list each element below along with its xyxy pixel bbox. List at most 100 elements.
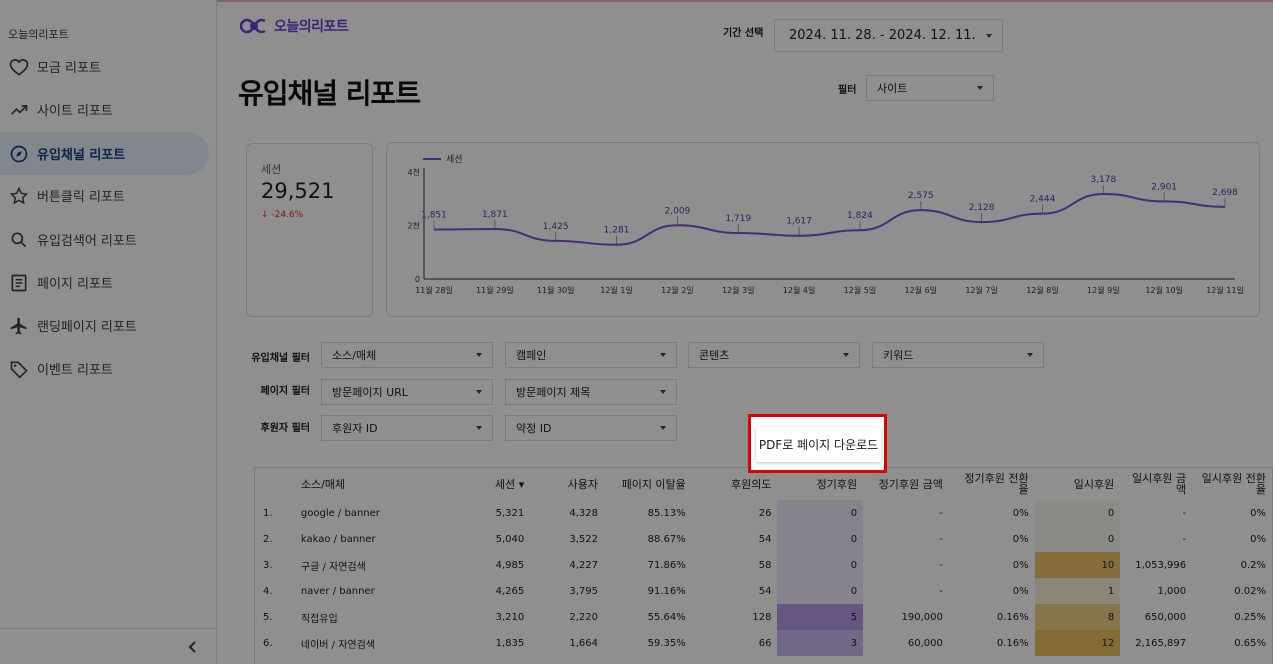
sidebar-item-label: 페이지 리포트 bbox=[37, 277, 113, 292]
scorecard-value: 29,521 bbox=[261, 179, 335, 203]
sidebar-item-site-report[interactable]: 사이트 리포트 bbox=[0, 88, 209, 131]
dropdown-value: 콘텐츠 bbox=[699, 349, 730, 362]
campaign-filter[interactable]: 캠페인 bbox=[505, 342, 677, 368]
donor-id-filter[interactable]: 후원자 ID bbox=[321, 415, 493, 441]
x-tick-label: 12월 6일 bbox=[904, 285, 937, 295]
star-icon bbox=[9, 186, 29, 206]
table-cell: kakao / banner bbox=[300, 533, 376, 545]
data-label: 1,851 bbox=[421, 210, 447, 220]
header-users[interactable]: 사용자 bbox=[530, 468, 604, 500]
table-cell: 650,000 bbox=[1144, 611, 1187, 623]
x-tick-label: 12월 10일 bbox=[1145, 285, 1183, 295]
series-line-sessions bbox=[433, 192, 1226, 246]
header-regular-conversion[interactable]: 정기후원 전환율 bbox=[949, 468, 1035, 500]
table-row[interactable]: 3. 구글 / 자연검색 4,985 4,227 71.86% 58 0 - 0% 10 1,053… bbox=[255, 552, 1272, 578]
header-onetime-donation[interactable]: 일시후원 bbox=[1035, 468, 1121, 500]
table-cell: 88.67% bbox=[647, 533, 686, 545]
table-cell: 3,210 bbox=[495, 611, 525, 623]
landing-url-filter[interactable]: 방문페이지 URL bbox=[321, 379, 493, 405]
data-label: 1,871 bbox=[482, 210, 508, 220]
period-value: 2024. 11. 28. - 2024. 12. 11. bbox=[789, 28, 976, 43]
data-label: 2,698 bbox=[1212, 188, 1238, 198]
table-cell: 0% bbox=[1250, 507, 1266, 519]
page-filter-label: 페이지 필터 bbox=[260, 386, 310, 397]
header-bounce-rate[interactable]: 페이지 이탈율 bbox=[604, 468, 692, 500]
heart-icon bbox=[9, 57, 29, 77]
sidebar-item-label: 유입검색어 리포트 bbox=[37, 234, 137, 249]
table-cell: 2,165,897 bbox=[1135, 637, 1187, 649]
table-cell: 0.25% bbox=[1234, 611, 1266, 623]
sidebar-item-event-report[interactable]: 이벤트 리포트 bbox=[0, 347, 209, 390]
x-tick-label: 12월 7일 bbox=[965, 285, 998, 295]
sidebar-item-channel-report[interactable]: 유입채널 리포트 bbox=[0, 132, 209, 175]
table-cell: 4,985 bbox=[495, 559, 525, 571]
sidebar-item-label: 사이트 리포트 bbox=[37, 104, 113, 119]
table-cell: 0.16% bbox=[996, 637, 1029, 649]
site-filter-select[interactable]: 사이트 bbox=[866, 75, 994, 101]
landing-title-filter[interactable]: 방문페이지 제목 bbox=[505, 379, 677, 405]
main-content: 오늘의리포트 유입채널 리포트 기간 선택 2024. 11. 28. - 20… bbox=[218, 0, 1273, 664]
table-cell: 1,053,996 bbox=[1135, 559, 1187, 571]
table-cell: 54 bbox=[758, 533, 772, 545]
table-row[interactable]: 4. naver / banner 4,265 3,795 91.16% 54 0 - 0% 1 1… bbox=[255, 578, 1272, 604]
table-cell: 4,265 bbox=[495, 585, 525, 597]
logo-text: 오늘의리포트 bbox=[274, 19, 349, 35]
table-cell: 66 bbox=[758, 637, 772, 649]
data-label: 2,009 bbox=[665, 206, 691, 216]
chevron-down-icon bbox=[660, 353, 666, 357]
pdf-download-button[interactable]: PDF로 페이지 다운로드 bbox=[756, 427, 881, 462]
dropdown-value: 후원자 ID bbox=[332, 422, 378, 435]
sidebar-item-page-report[interactable]: 페이지 리포트 bbox=[0, 261, 209, 304]
x-tick-label: 11월 29일 bbox=[476, 285, 514, 295]
pledge-id-filter[interactable]: 약정 ID bbox=[505, 415, 677, 441]
header-source-medium[interactable]: 소스/매체 bbox=[295, 468, 465, 500]
sidebar-footer bbox=[0, 628, 217, 664]
table-cell: 0 bbox=[777, 526, 864, 552]
chart-svg: 세션 0 2천 4천 1,851 11월 28일 1,871 11월 29일 1,425 11월 … bbox=[408, 154, 1244, 295]
sidebar-item-button-click-report[interactable]: 버튼클릭 리포트 bbox=[0, 174, 209, 217]
dropdown-value: 방문페이지 제목 bbox=[516, 386, 591, 399]
table-cell: 0 bbox=[777, 500, 864, 526]
keyword-filter[interactable]: 키워드 bbox=[872, 342, 1044, 368]
x-tick-label: 12월 3일 bbox=[722, 285, 755, 295]
chevron-left-icon[interactable] bbox=[185, 639, 201, 655]
scorecard-delta: ↓ -24.6% bbox=[261, 210, 304, 220]
sidebar-item-search-keyword-report[interactable]: 유입검색어 리포트 bbox=[0, 218, 209, 261]
period-select[interactable]: 2024. 11. 28. - 2024. 12. 11. bbox=[774, 19, 1003, 52]
content-filter[interactable]: 콘텐츠 bbox=[688, 342, 860, 368]
x-tick-label: 11월 28일 bbox=[415, 285, 453, 295]
compass-icon bbox=[9, 144, 29, 164]
sidebar-item-label: 버튼클릭 리포트 bbox=[37, 190, 125, 205]
dropdown-value: 소스/매체 bbox=[332, 349, 377, 362]
sidebar-item-landing-page-report[interactable]: 랜딩페이지 리포트 bbox=[0, 304, 209, 347]
sidebar-item-donation-report[interactable]: 모금 리포트 bbox=[0, 45, 209, 88]
table-cell: 85.13% bbox=[647, 507, 686, 519]
site-filter-label: 필터 bbox=[838, 85, 857, 96]
sessions-scorecard: 세션 29,521 ↓ -24.6% bbox=[246, 143, 373, 317]
table-row[interactable]: 1. google / banner 5,321 4,328 85.13% 26 0 - 0% 0… bbox=[255, 500, 1272, 526]
table-cell: 0.02% bbox=[1234, 585, 1266, 597]
chevron-down-icon bbox=[660, 426, 666, 430]
table-cell: google / banner bbox=[300, 507, 380, 519]
header-onetime-conversion[interactable]: 일시후원 전환율 bbox=[1192, 468, 1272, 500]
table-row[interactable]: 5. 직접유입 3,210 2,220 55.64% 128 5 190,000 0.16% 8 6… bbox=[255, 604, 1272, 630]
table-cell: - bbox=[939, 559, 943, 571]
table-cell: 4,328 bbox=[569, 507, 599, 519]
table-cell: 3. bbox=[263, 559, 273, 571]
site-filter-value: 사이트 bbox=[877, 82, 908, 95]
header-onetime-amount[interactable]: 일시후원 금액 bbox=[1120, 468, 1192, 500]
sidebar-item-label: 모금 리포트 bbox=[37, 61, 101, 76]
x-tick-label: 12월 2일 bbox=[661, 285, 694, 295]
table-cell: 58 bbox=[758, 559, 772, 571]
source-medium-filter[interactable]: 소스/매체 bbox=[321, 342, 493, 368]
sidebar-item-label: 랜딩페이지 리포트 bbox=[37, 320, 137, 335]
header-sessions[interactable]: 세션 ▾ bbox=[464, 468, 530, 500]
table-row[interactable]: 6. 네이버 / 자연검색 1,835 1,664 59.35% 66 3 60,000 0.1… bbox=[255, 630, 1272, 656]
table-cell: 59.35% bbox=[647, 637, 686, 649]
table-cell: 5,040 bbox=[495, 533, 525, 545]
table-cell: 128 bbox=[752, 611, 772, 623]
x-tick-label: 12월 4일 bbox=[783, 285, 816, 295]
table-cell: 1,835 bbox=[495, 637, 525, 649]
dropdown-value: 캠페인 bbox=[516, 349, 547, 362]
table-row[interactable]: 2. kakao / banner 5,040 3,522 88.67% 54 0 - 0% 0 -… bbox=[255, 526, 1272, 552]
